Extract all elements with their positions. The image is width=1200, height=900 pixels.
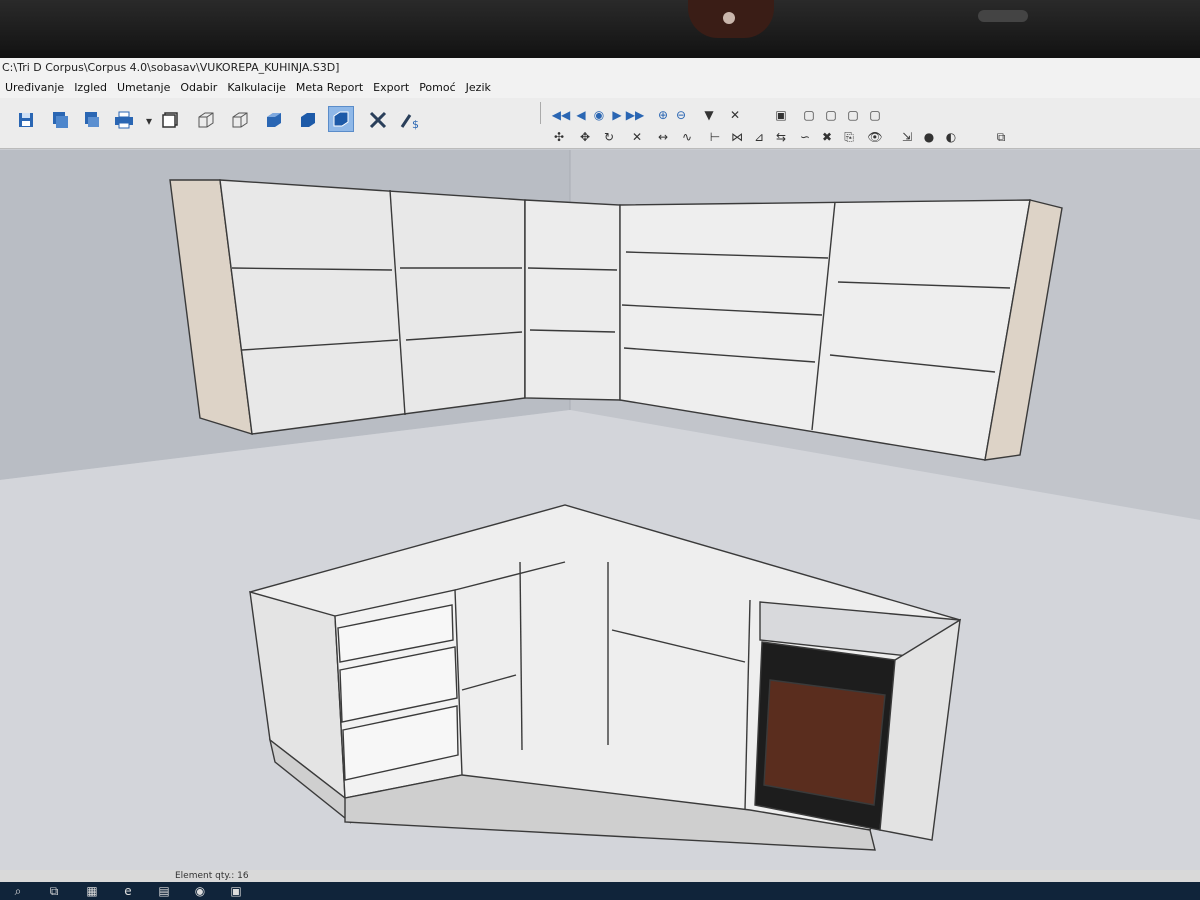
app-icon[interactable]: ▣ <box>228 883 244 899</box>
tools-icon <box>369 111 387 129</box>
taskbar: ⌕ ⧉ ▦ e ▤ ◉ ▣ <box>0 882 1200 900</box>
menu-item-pomoc[interactable]: Pomoć <box>414 78 460 98</box>
view-back-icon[interactable]: ▢ <box>866 106 884 124</box>
layers-button[interactable] <box>158 108 182 132</box>
view-left-icon[interactable]: ▢ <box>800 106 818 124</box>
print-icon <box>115 111 133 129</box>
oven-window <box>763 679 886 806</box>
menu-item-jezik[interactable]: Jezik <box>461 78 496 98</box>
price-button[interactable]: $ <box>398 108 422 132</box>
menu-bar: Uređivanje Izgled Umetanje Odabir Kalkul… <box>0 78 1200 98</box>
curve-icon[interactable]: ∿ <box>678 128 696 146</box>
zoom-out-icon[interactable]: ⊖ <box>672 106 690 124</box>
menu-item-umetanje[interactable]: Umetanje <box>112 78 175 98</box>
eye-icon[interactable]: 👁 <box>866 128 884 146</box>
save-button[interactable] <box>14 108 38 132</box>
menu-item-meta-report[interactable]: Meta Report <box>291 78 368 98</box>
zoom-in-icon[interactable]: ⊕ <box>654 106 672 124</box>
perspective-view-button[interactable] <box>328 106 354 132</box>
render-icon[interactable]: ● <box>920 128 938 146</box>
3d-viewport[interactable] <box>0 150 1200 870</box>
search-icon[interactable]: ⌕ <box>10 883 26 899</box>
menu-item-izgled[interactable]: Izgled <box>69 78 112 98</box>
dimension-icon[interactable]: ⊢ <box>706 128 724 146</box>
wireframe-cube-icon <box>198 112 214 128</box>
move-icon[interactable]: ✥ <box>576 128 594 146</box>
menu-item-odabir[interactable]: Odabir <box>175 78 222 98</box>
wireframe-view-button[interactable] <box>194 108 218 132</box>
upper-corner-cabinet <box>524 199 621 401</box>
print-dropdown-arrow[interactable]: ▾ <box>140 112 158 130</box>
laptop-bezel <box>0 0 1200 60</box>
outline-view-button[interactable] <box>228 108 252 132</box>
save-icon <box>19 113 33 127</box>
upper-cabinets-left[interactable] <box>169 179 526 435</box>
price-icon: $ <box>400 114 419 130</box>
window-title: C:\Tri D Corpus\Corpus 4.0\sobasav\VUKOR… <box>0 58 1200 78</box>
measure-icon[interactable]: ↔ <box>654 128 672 146</box>
shaded-cube-icon <box>301 113 315 127</box>
status-text: Element qty.: 16 <box>175 871 249 881</box>
status-bar: Element qty.: 16 <box>0 870 1200 882</box>
store-icon[interactable]: ▦ <box>84 883 100 899</box>
forward-icon[interactable]: ▶ <box>608 106 626 124</box>
shaded-view-button[interactable] <box>296 108 320 132</box>
outline-cube-icon <box>232 112 248 128</box>
view-right-icon[interactable]: ▢ <box>822 106 840 124</box>
toolbar: ▾ $ ◀◀ ◀ ◉ ▶ ▶▶ ⊕ ⊖ ▼ ✕ ▣ ▢ ▢ ▢ ▢ ✣ ✥ ↻ … <box>0 98 1200 174</box>
filter-icon[interactable]: ▼ <box>700 106 718 124</box>
mirror-icon[interactable]: ⇆ <box>772 128 790 146</box>
export-icon[interactable]: ⇲ <box>898 128 916 146</box>
menu-item-kalkulacije[interactable]: Kalkulacije <box>222 78 291 98</box>
selected-cube-icon <box>333 111 349 127</box>
view-front-icon[interactable]: ▣ <box>772 106 790 124</box>
chrome-icon[interactable]: ◉ <box>192 883 208 899</box>
material-icon[interactable]: ◐ <box>942 128 960 146</box>
solid-cube-icon <box>267 113 281 127</box>
view-top-icon[interactable]: ▢ <box>844 106 862 124</box>
screen: C:\Tri D Corpus\Corpus 4.0\sobasav\VUKOR… <box>0 58 1200 900</box>
save-as-button[interactable] <box>48 108 72 132</box>
tools-button[interactable] <box>366 108 390 132</box>
svg-text:$: $ <box>412 118 419 130</box>
forward-last-icon[interactable]: ▶▶ <box>626 106 644 124</box>
snap-icon[interactable]: ⋈ <box>728 128 746 146</box>
align-icon[interactable]: ⊿ <box>750 128 768 146</box>
edge-icon[interactable]: e <box>120 883 136 899</box>
center-icon[interactable]: ◉ <box>590 106 608 124</box>
upper-left-back <box>219 179 526 435</box>
folder-icon[interactable]: ▤ <box>156 883 172 899</box>
print-button[interactable] <box>112 108 136 132</box>
save-as-icon <box>53 112 68 128</box>
remove-icon[interactable]: ✖ <box>818 128 836 146</box>
rewind-icon[interactable]: ◀ <box>572 106 590 124</box>
close-icon[interactable]: ✕ <box>726 106 744 124</box>
layers-icon <box>162 112 178 128</box>
copy-icon[interactable]: ⎘ <box>840 128 858 146</box>
link-icon[interactable]: ∽ <box>796 128 814 146</box>
settings-icon[interactable]: ✣ <box>550 128 568 146</box>
delete-icon[interactable]: ✕ <box>628 128 646 146</box>
window-icon[interactable]: ⧉ <box>992 128 1010 146</box>
rewind-first-icon[interactable]: ◀◀ <box>552 106 570 124</box>
bezel-indicator <box>978 10 1028 22</box>
menu-item-uredivanje[interactable]: Uređivanje <box>0 78 69 98</box>
rotate-icon[interactable]: ↻ <box>600 128 618 146</box>
print-preview-button[interactable] <box>80 108 104 132</box>
print-preview-icon <box>85 112 99 127</box>
solid-view-button[interactable] <box>262 108 286 132</box>
menu-item-export[interactable]: Export <box>368 78 414 98</box>
webcam-lens-icon <box>723 12 735 24</box>
task-view-icon[interactable]: ⧉ <box>46 883 62 899</box>
